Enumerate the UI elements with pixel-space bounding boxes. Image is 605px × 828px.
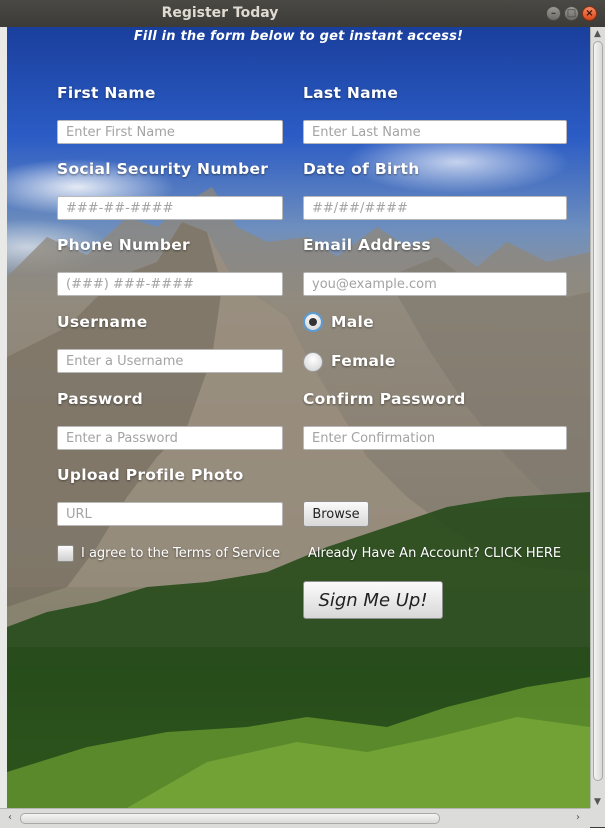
- horizontal-scroll-thumb[interactable]: [20, 813, 440, 824]
- dob-input[interactable]: [303, 196, 567, 220]
- terms-checkbox[interactable]: [57, 545, 74, 562]
- window-title: Register Today: [161, 5, 279, 21]
- username-label: Username: [57, 313, 148, 331]
- close-icon[interactable]: ×: [582, 6, 597, 21]
- phone-label: Phone Number: [57, 236, 190, 254]
- scroll-down-icon[interactable]: ▼: [594, 797, 601, 807]
- photo-url-input[interactable]: [57, 502, 283, 526]
- password-input[interactable]: [57, 426, 283, 450]
- scroll-corner: [590, 808, 605, 827]
- username-input[interactable]: [57, 349, 283, 373]
- title-bar: Register Today – □ ×: [0, 0, 605, 28]
- password-label: Password: [57, 390, 143, 408]
- sign-up-button[interactable]: Sign Me Up!: [303, 581, 443, 619]
- confirm-password-label: Confirm Password: [303, 390, 466, 408]
- photo-label: Upload Profile Photo: [57, 466, 244, 484]
- scroll-left-icon[interactable]: ‹: [8, 812, 12, 823]
- male-label: Male: [331, 313, 374, 331]
- login-link[interactable]: Already Have An Account? CLICK HERE: [308, 546, 561, 561]
- vertical-scrollbar[interactable]: ▲ ▼: [590, 27, 605, 812]
- minimize-icon[interactable]: –: [546, 6, 561, 21]
- last-name-label: Last Name: [303, 84, 399, 102]
- vertical-scroll-thumb[interactable]: [593, 41, 603, 781]
- terms-label: I agree to the Terms of Service: [81, 546, 281, 561]
- female-radio[interactable]: [303, 352, 323, 372]
- scroll-up-icon[interactable]: ▲: [594, 29, 601, 39]
- registration-panel: Fill in the form below to get instant ac…: [7, 27, 590, 808]
- last-name-input[interactable]: [303, 120, 567, 144]
- female-label: Female: [331, 352, 396, 370]
- horizontal-scrollbar[interactable]: ‹ ›: [0, 808, 590, 828]
- confirm-password-input[interactable]: [303, 426, 567, 450]
- email-input[interactable]: [303, 272, 567, 296]
- ssn-input[interactable]: [57, 196, 283, 220]
- male-radio[interactable]: [303, 312, 323, 332]
- first-name-label: First Name: [57, 84, 156, 102]
- dob-label: Date of Birth: [303, 160, 420, 178]
- phone-input[interactable]: [57, 272, 283, 296]
- scroll-right-icon[interactable]: ›: [576, 812, 580, 823]
- maximize-icon[interactable]: □: [564, 6, 579, 21]
- email-label: Email Address: [303, 236, 431, 254]
- browse-button[interactable]: Browse: [303, 501, 369, 527]
- ssn-label: Social Security Number: [57, 160, 269, 178]
- form-headline: Fill in the form below to get instant ac…: [133, 29, 464, 44]
- first-name-input[interactable]: [57, 120, 283, 144]
- mountain-background-image: [7, 187, 590, 808]
